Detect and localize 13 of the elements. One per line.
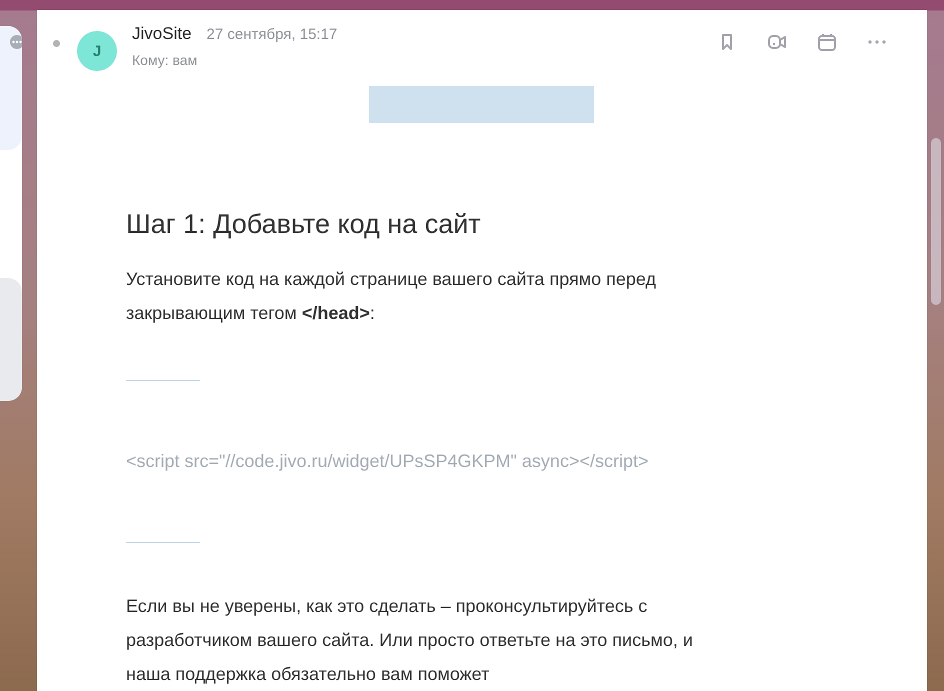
video-camera-icon[interactable] — [767, 32, 787, 52]
date: 27 сентября, 15:17 — [206, 26, 338, 43]
dot-icon — [53, 40, 60, 47]
recipient: Кому: вам — [132, 52, 198, 68]
avatar: J — [77, 31, 117, 71]
code-snippet: <script src="//code.jivo.ru/widget/UPsSP4GKPM" async></script> — [126, 451, 648, 472]
calendar-icon[interactable] — [817, 32, 837, 52]
paragraph: Если вы не уверены, как это сделать – проконсультируйтесь с разработчиком вашего сайта. Или просто ответьте на это письмо, и наша поддержка обязательно вам поможет — [126, 595, 694, 686]
heading: Шаг 1: Добавьте код на сайт — [126, 209, 481, 240]
sender-name[interactable]: JivoSite — [132, 24, 192, 44]
scrollbar-thumb[interactable] — [930, 138, 940, 305]
paragraph: Установите код на каждой странице вашего сайта прямо перед закрывающим тегом </head>: — [126, 268, 658, 325]
more-icon[interactable] — [10, 35, 22, 49]
